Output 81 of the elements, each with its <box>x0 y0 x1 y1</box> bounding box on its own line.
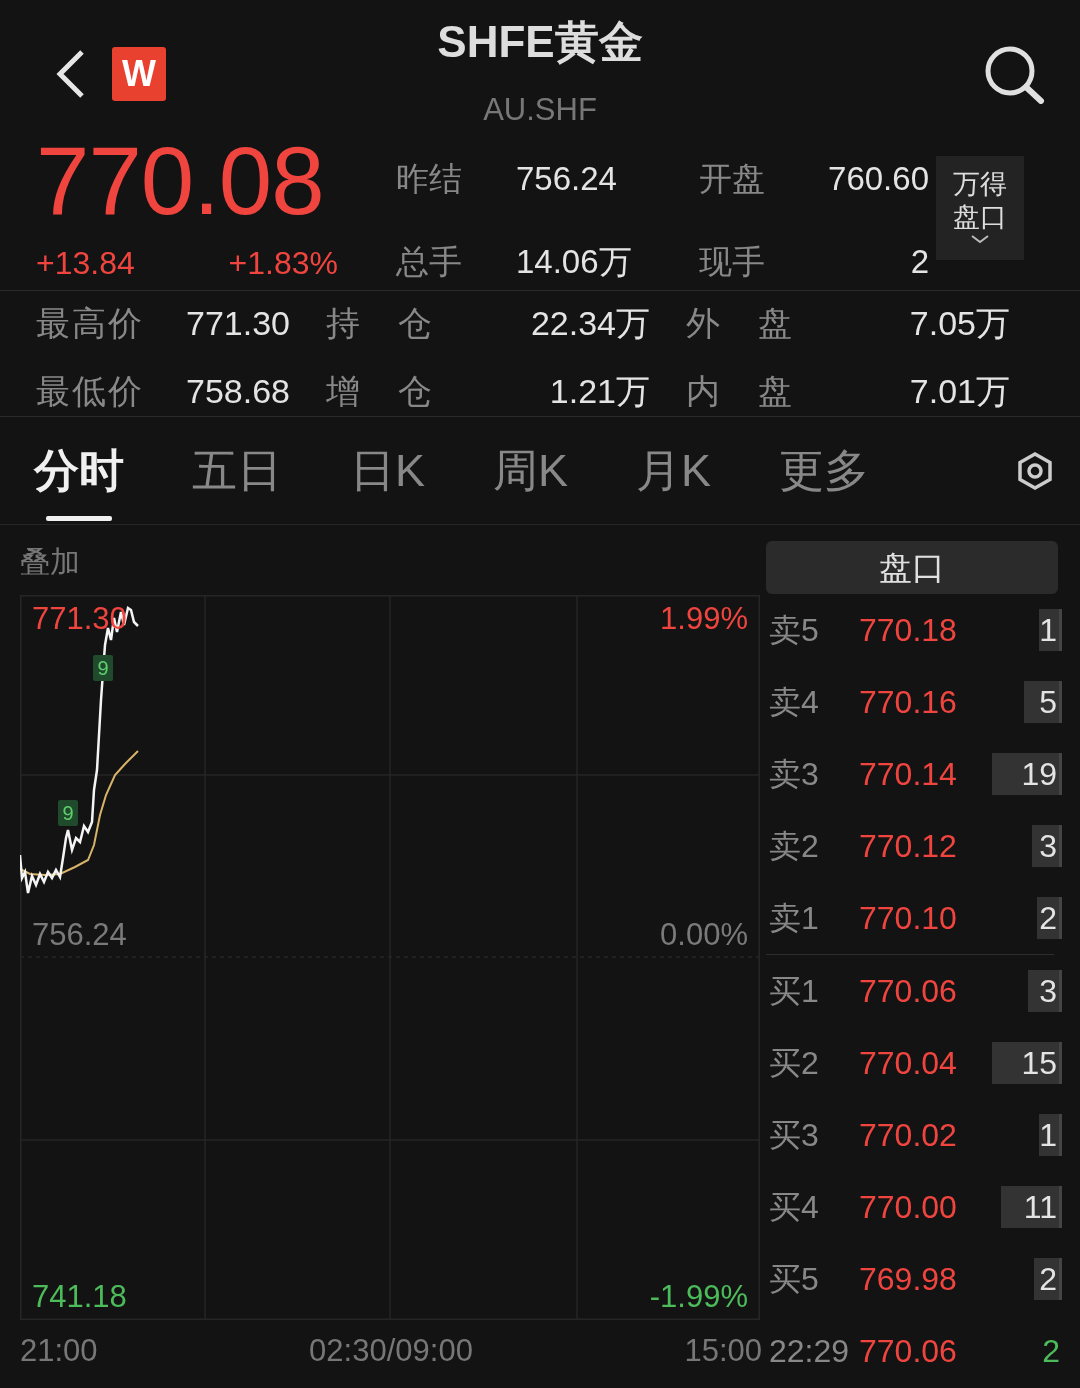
chart-tab[interactable]: 五日 <box>192 416 282 525</box>
order-price: 770.12 <box>859 827 957 866</box>
level-label: 卖2 <box>768 827 820 866</box>
level-label: 买4 <box>768 1188 820 1227</box>
order-price: 770.04 <box>859 1044 957 1083</box>
stat-value: 771.30 <box>186 303 290 344</box>
axis-label: 02:30/09:00 <box>309 1332 473 1370</box>
stat-label: 现手 <box>699 241 766 282</box>
axis-label: 21:00 <box>20 1332 98 1370</box>
stat-label: 增仓 <box>326 370 432 412</box>
level-label: 卖3 <box>768 755 820 794</box>
order-volume: 1 <box>1039 1114 1062 1156</box>
chevron-down-icon <box>970 234 990 244</box>
chart-tab[interactable]: 更多 <box>779 416 870 525</box>
level-label: 买1 <box>768 972 820 1011</box>
stat-value: 14.06万 <box>516 241 633 282</box>
order-volume: 19 <box>992 753 1062 795</box>
stat-value: 760.60 <box>827 159 929 199</box>
ticker-code: AU.SHF <box>482 91 598 129</box>
axis-label: 15:00 <box>684 1332 762 1370</box>
order-price: 770.10 <box>859 899 957 938</box>
level-label: 卖5 <box>768 611 820 650</box>
order-volume: 2 <box>1036 897 1062 939</box>
order-volume: 3 <box>1031 825 1062 867</box>
axis-label: 741.18 <box>32 1279 127 1315</box>
level-label: 买5 <box>768 1260 820 1299</box>
chart-tab[interactable]: 日K <box>350 416 425 525</box>
order-volume: 1 <box>1039 609 1062 651</box>
order-volume: 11 <box>1001 1186 1062 1228</box>
signal-marker: 9 <box>58 800 78 826</box>
level-label: 买2 <box>768 1044 820 1083</box>
stat-value: 756.24 <box>516 159 618 199</box>
order-price: 770.06 <box>859 1332 957 1371</box>
percent-change: +1.83% <box>228 244 338 283</box>
panel-header[interactable]: 盘口 <box>766 541 1058 594</box>
order-volume: 5 <box>1024 681 1062 723</box>
stat-value: 758.68 <box>186 370 290 412</box>
order-price: 770.16 <box>859 683 957 722</box>
order-book-button[interactable]: 万得盘口 <box>936 156 1024 260</box>
stat-value: 2 <box>909 241 929 282</box>
level-label: 卖1 <box>768 899 820 938</box>
level-label: 22:29 <box>768 1332 851 1371</box>
level-label: 买3 <box>768 1116 820 1155</box>
order-volume: 2 <box>1042 1332 1061 1371</box>
chart-tab[interactable]: 分时 <box>34 416 124 525</box>
order-price: 770.02 <box>859 1116 957 1155</box>
stat-value: 7.01万 <box>909 370 1010 412</box>
order-volume: 3 <box>1028 970 1062 1012</box>
axis-label: 0.00% <box>660 917 748 953</box>
axis-label: 756.24 <box>32 917 127 953</box>
overlay-label[interactable]: 叠加 <box>0 525 762 595</box>
stat-label: 内盘 <box>686 370 792 412</box>
stat-label: 外盘 <box>686 303 792 344</box>
chart-tab[interactable]: 周K <box>493 416 569 525</box>
stat-label: 最高价 <box>36 303 142 344</box>
stat-label: 昨结 <box>396 159 463 199</box>
order-volume: 15 <box>992 1042 1062 1084</box>
order-price: 769.98 <box>859 1260 957 1299</box>
axis-label: 1.99% <box>660 601 748 637</box>
stat-value: 22.34万 <box>530 303 650 344</box>
logo-icon: W <box>112 47 166 101</box>
stat-label: 总手 <box>396 241 463 282</box>
last-price: 770.08 <box>36 135 325 227</box>
stat-label: 最低价 <box>36 370 142 412</box>
page-title: SHFE黄金 <box>436 16 644 68</box>
stat-label: 开盘 <box>699 159 766 199</box>
stat-value: 1.21万 <box>549 370 650 412</box>
order-volume: 2 <box>1033 1258 1062 1300</box>
settings-icon[interactable] <box>1016 450 1054 491</box>
order-price: 770.18 <box>859 611 957 650</box>
axis-label: -1.99% <box>649 1279 748 1315</box>
search-icon[interactable] <box>983 44 1045 104</box>
order-price: 770.06 <box>859 972 957 1011</box>
stat-label: 持仓 <box>326 303 432 344</box>
signal-marker: 9 <box>93 655 113 681</box>
order-price: 770.14 <box>859 755 957 794</box>
chart-tab[interactable]: 月K <box>636 416 712 525</box>
price-change: +13.84 <box>36 244 135 283</box>
order-price: 770.00 <box>859 1188 957 1227</box>
level-label: 卖4 <box>768 683 820 722</box>
stat-value: 7.05万 <box>909 303 1010 344</box>
